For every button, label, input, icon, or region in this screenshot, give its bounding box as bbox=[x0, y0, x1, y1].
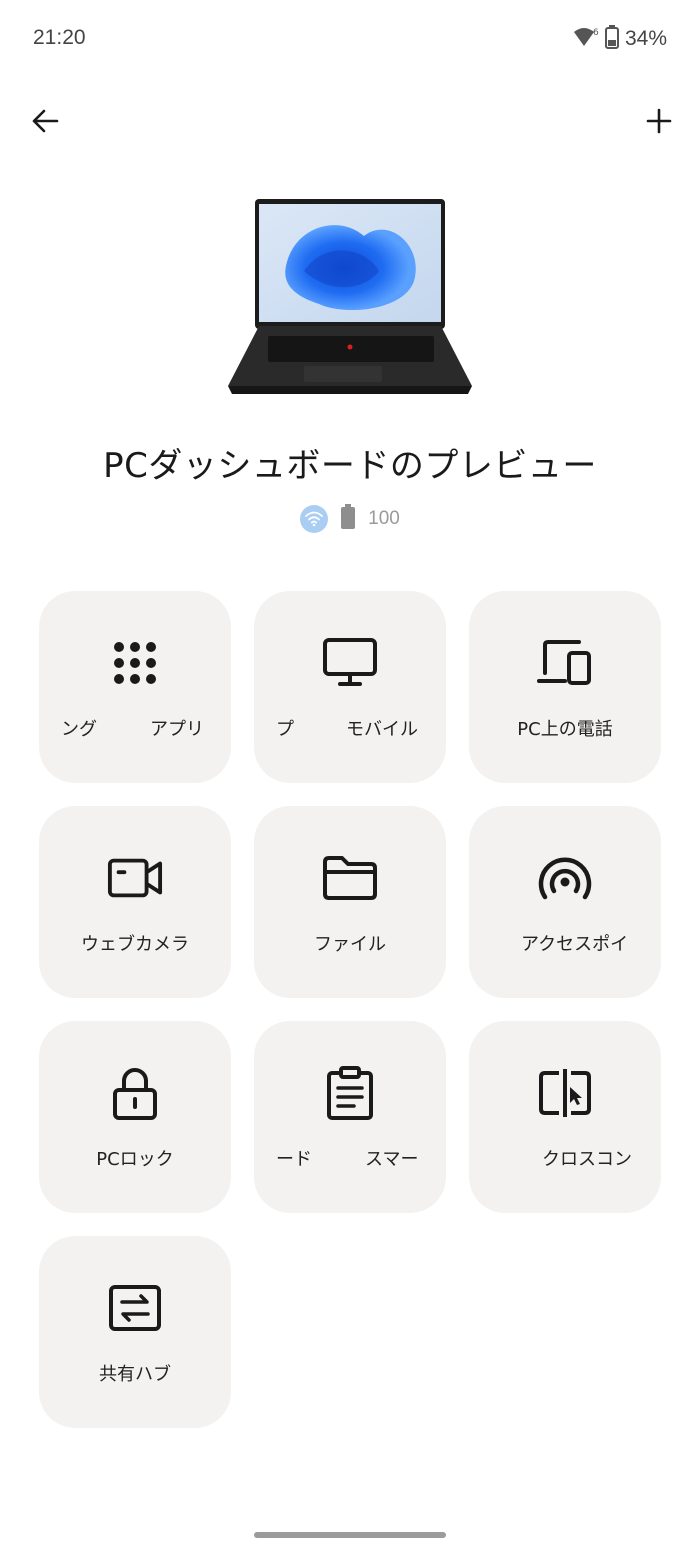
battery-percent: 34% bbox=[624, 27, 667, 50]
tile-label: PC上の電話 bbox=[517, 719, 613, 740]
arrow-left-icon bbox=[32, 109, 59, 133]
svg-text:6: 6 bbox=[593, 28, 599, 38]
tile-label: プ モバイル bbox=[254, 715, 446, 741]
tile-label: アクセスポイ bbox=[469, 930, 661, 956]
tile-label: ング アプリ bbox=[39, 715, 231, 741]
tile-phone-on-pc[interactable]: PC上の電話 bbox=[469, 591, 661, 783]
tile-label: クロスコン bbox=[469, 1145, 661, 1171]
device-battery-icon bbox=[340, 504, 356, 534]
device-battery-level: 100 bbox=[368, 508, 400, 529]
wifi-icon bbox=[300, 505, 329, 533]
lock-icon bbox=[107, 1065, 163, 1121]
phone-on-pc-icon bbox=[537, 635, 593, 691]
tile-cross-control[interactable]: クロスコン bbox=[469, 1021, 661, 1213]
tile-label: ウェブカメラ bbox=[81, 934, 189, 955]
share-hub-icon bbox=[107, 1280, 163, 1336]
tile-label-part: クロスコン bbox=[542, 1149, 632, 1170]
tile-hotspot[interactable]: アクセスポイ bbox=[469, 806, 661, 998]
wifi-question-icon: 6 bbox=[573, 26, 599, 52]
status-icons: 6 34% bbox=[573, 25, 667, 53]
battery-icon bbox=[604, 25, 619, 53]
tile-smart-clipboard[interactable]: ード スマー bbox=[254, 1021, 446, 1213]
laptop-image bbox=[224, 196, 476, 402]
apps-grid-icon bbox=[107, 635, 163, 691]
tile-label: ファイル bbox=[314, 934, 386, 955]
tile-share-hub[interactable]: 共有ハブ bbox=[39, 1236, 231, 1428]
device-status: 100 bbox=[0, 504, 700, 534]
home-indicator[interactable] bbox=[254, 1532, 446, 1538]
top-bar bbox=[0, 92, 700, 148]
feature-grid: ング アプリ プ モバイル PC上の電話 ウェブカメラ ファイル アクセスポイ … bbox=[39, 591, 661, 1428]
tile-label-part: ード bbox=[276, 1149, 312, 1170]
tile-label-part: スマー bbox=[365, 1149, 419, 1170]
tile-label: ード スマー bbox=[254, 1145, 446, 1171]
folder-icon bbox=[322, 850, 378, 906]
tile-pc-lock[interactable]: PCロック bbox=[39, 1021, 231, 1213]
device-title: PCダッシュボードのプレビュー bbox=[103, 446, 597, 486]
tile-label-part: プ bbox=[276, 719, 294, 740]
status-time: 21:20 bbox=[33, 26, 86, 49]
tile-webcam[interactable]: ウェブカメラ bbox=[39, 806, 231, 998]
monitor-icon bbox=[322, 635, 378, 691]
tile-label-part: アクセスポイ bbox=[521, 934, 629, 955]
plus-icon bbox=[646, 108, 672, 134]
back-button[interactable] bbox=[22, 98, 68, 144]
add-device-button[interactable] bbox=[636, 98, 682, 144]
tile-apps[interactable]: ング アプリ bbox=[39, 591, 231, 783]
clipboard-icon bbox=[322, 1065, 378, 1121]
cross-control-icon bbox=[537, 1065, 593, 1121]
tile-label-part: ング bbox=[61, 719, 97, 740]
tile-label: 共有ハブ bbox=[99, 1364, 171, 1385]
tile-label: PCロック bbox=[96, 1149, 174, 1170]
tile-files[interactable]: ファイル bbox=[254, 806, 446, 998]
tile-label-part: モバイル bbox=[346, 719, 418, 740]
hotspot-icon bbox=[537, 850, 593, 906]
tile-label-part: アプリ bbox=[150, 719, 204, 740]
webcam-icon bbox=[107, 850, 163, 906]
tile-mobile-desktop[interactable]: プ モバイル bbox=[254, 591, 446, 783]
status-bar: 21:20 6 34% bbox=[0, 0, 700, 78]
